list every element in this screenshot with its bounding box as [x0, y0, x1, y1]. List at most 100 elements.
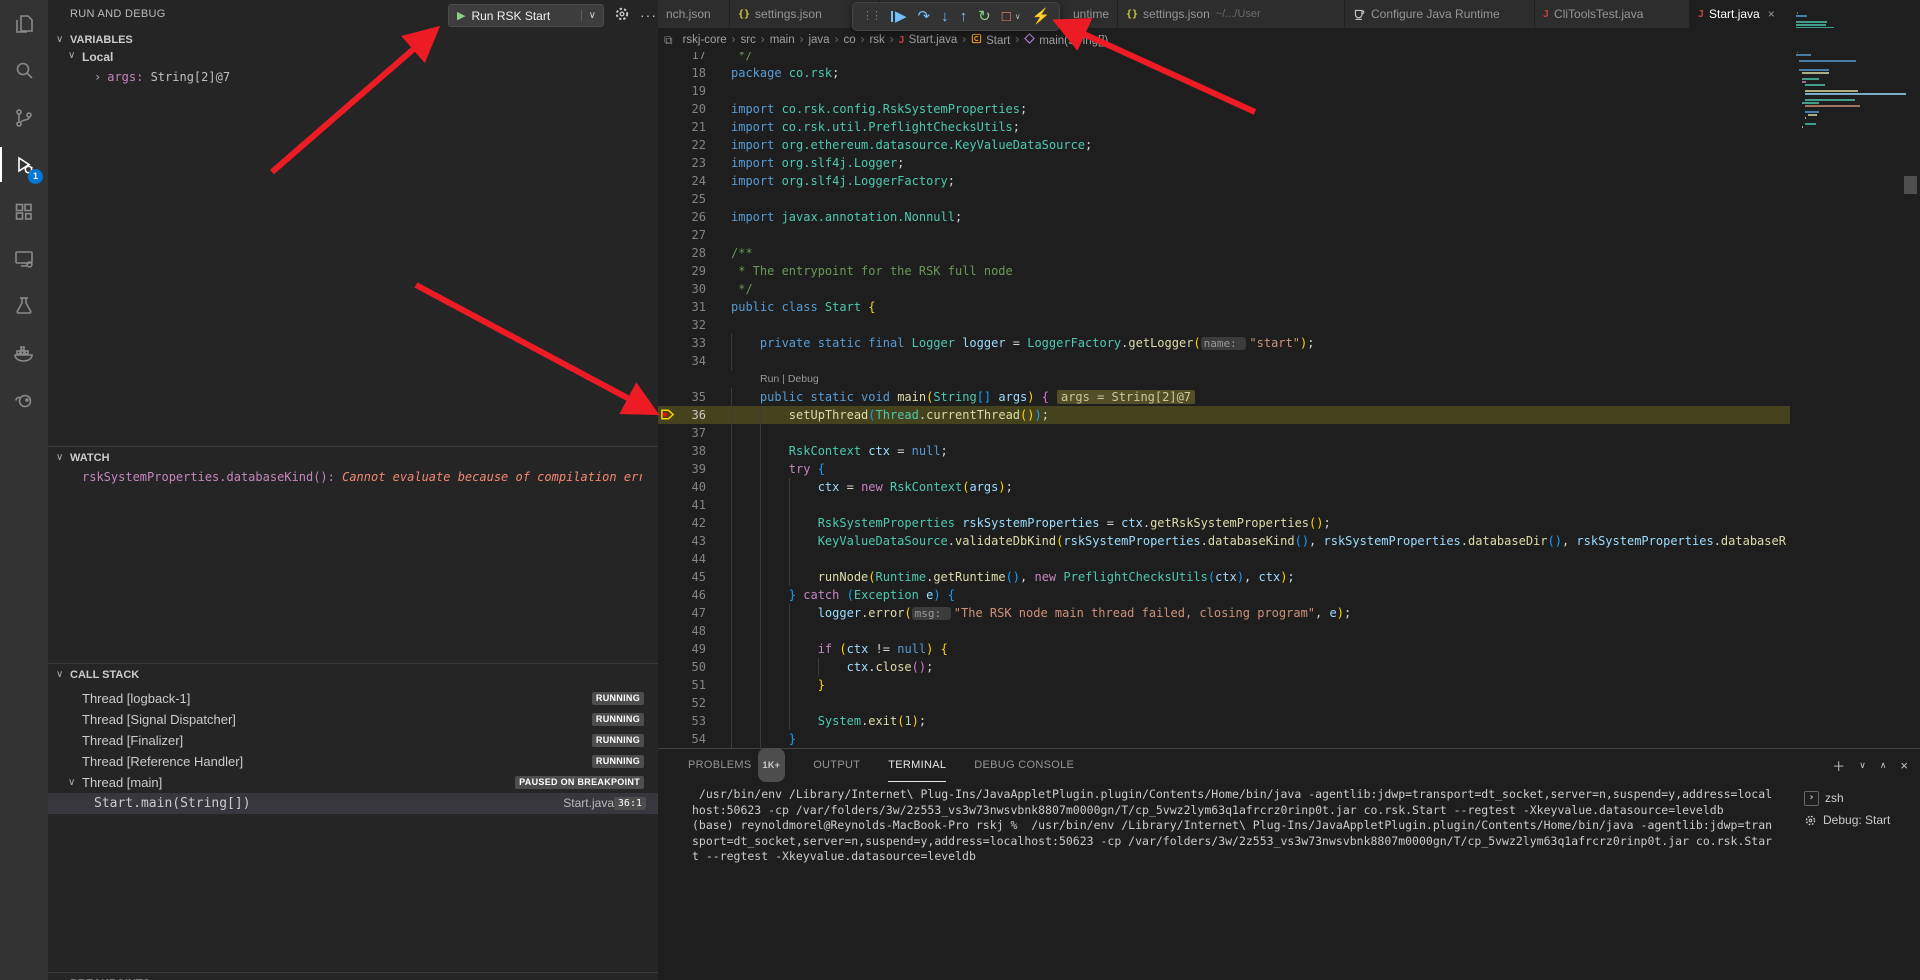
- code-line-23[interactable]: 23import org.slf4j.Logger;: [658, 154, 1920, 172]
- maximize-panel-icon[interactable]: ∧: [1880, 760, 1887, 771]
- code-line-37[interactable]: 37: [658, 424, 1920, 442]
- code-line-46[interactable]: 46 } catch (Exception e) {: [658, 586, 1920, 604]
- line-number[interactable]: 47: [658, 604, 706, 622]
- restart-icon[interactable]: ↻: [978, 9, 991, 24]
- code-line-45[interactable]: 45 runNode(Runtime.getRuntime(), new Pre…: [658, 568, 1920, 586]
- breadcrumb-item[interactable]: Start: [971, 33, 1010, 47]
- line-number[interactable]: 48: [658, 622, 706, 640]
- line-number[interactable]: 40: [658, 478, 706, 496]
- line-number[interactable]: 50: [658, 658, 706, 676]
- call-stack-thread[interactable]: Thread [Finalizer]RUNNING: [48, 730, 658, 751]
- code-line-39[interactable]: 39 try {: [658, 460, 1920, 478]
- close-panel-icon[interactable]: ×: [1900, 758, 1908, 773]
- line-number[interactable]: 33: [658, 334, 706, 352]
- breadcrumb[interactable]: ⧉ rskj-core›src›main›java›co›rsk›JStart.…: [658, 28, 1920, 52]
- call-stack-thread[interactable]: Thread [Signal Dispatcher]RUNNING: [48, 709, 658, 730]
- tab-clitoolstest-java[interactable]: JCliToolsTest.java: [1535, 0, 1690, 28]
- code-line-17[interactable]: 17 */: [658, 52, 1920, 64]
- activity-bar-item-explorer[interactable]: [0, 0, 48, 47]
- toolbar-grip-icon[interactable]: ⋮⋮: [862, 11, 880, 22]
- line-number[interactable]: 25: [658, 190, 706, 208]
- code-line-49[interactable]: 49 if (ctx != null) {: [658, 640, 1920, 658]
- line-number[interactable]: 20: [658, 100, 706, 118]
- tab-nch-json[interactable]: nch.json: [658, 0, 730, 28]
- line-number[interactable]: 37: [658, 424, 706, 442]
- line-number[interactable]: 45: [658, 568, 706, 586]
- breadcrumb-item[interactable]: rskj-core: [683, 34, 727, 46]
- line-number[interactable]: 36: [658, 406, 706, 424]
- activity-bar-item-testing[interactable]: [0, 282, 48, 329]
- line-number[interactable]: 54: [658, 730, 706, 748]
- code-line-31[interactable]: 31public class Start {: [658, 298, 1920, 316]
- code-line-26[interactable]: 26import javax.annotation.Nonnull;: [658, 208, 1920, 226]
- code-line-51[interactable]: 51 }: [658, 676, 1920, 694]
- code-line-38[interactable]: 38 RskContext ctx = null;: [658, 442, 1920, 460]
- breadcrumb-item[interactable]: main(String[]): [1024, 33, 1108, 47]
- minimap[interactable]: [1790, 0, 1920, 696]
- continue-icon[interactable]: ▶: [891, 9, 907, 24]
- run-configuration-button[interactable]: ▶ Run RSK Start ∨: [448, 4, 604, 27]
- line-number[interactable]: 31: [658, 298, 706, 316]
- variables-scope-local[interactable]: ∨ Local: [82, 50, 113, 64]
- breadcrumb-item[interactable]: src: [741, 34, 756, 46]
- breadcrumb-item[interactable]: java: [808, 34, 829, 46]
- run-configuration-dropdown-icon[interactable]: ∨: [581, 10, 603, 21]
- panel-tab-output[interactable]: OUTPUT: [813, 749, 860, 781]
- code-line-50[interactable]: 50 ctx.close();: [658, 658, 1920, 676]
- activity-bar-item-gradle[interactable]: [0, 376, 48, 423]
- activity-bar-item-extensions[interactable]: [0, 188, 48, 235]
- call-stack-thread[interactable]: ∨Thread [main]PAUSED ON BREAKPOINT: [48, 772, 658, 793]
- line-number[interactable]: 39: [658, 460, 706, 478]
- code-line-25[interactable]: 25: [658, 190, 1920, 208]
- code-editor[interactable]: 17 */18package co.rsk;1920import co.rsk.…: [658, 52, 1920, 748]
- step-over-icon[interactable]: ↷: [918, 9, 931, 24]
- line-number[interactable]: 24: [658, 172, 706, 190]
- code-line-33[interactable]: 33 private static final Logger logger = …: [658, 334, 1920, 352]
- line-number[interactable]: 38: [658, 442, 706, 460]
- activity-bar-item-remote-explorer[interactable]: [0, 235, 48, 282]
- code-line-24[interactable]: 24import org.slf4j.LoggerFactory;: [658, 172, 1920, 190]
- stop-icon[interactable]: □: [1002, 9, 1011, 24]
- terminal-session-debug-start[interactable]: Debug: Start: [1804, 809, 1916, 831]
- activity-bar-item-docker[interactable]: [0, 329, 48, 376]
- line-number[interactable]: 51: [658, 676, 706, 694]
- code-line-20[interactable]: 20import co.rsk.config.RskSystemProperti…: [658, 100, 1920, 118]
- panel-tab-debug-console[interactable]: DEBUG CONSOLE: [974, 749, 1074, 781]
- panel-tab-terminal[interactable]: TERMINAL: [888, 749, 946, 782]
- line-number[interactable]: 49: [658, 640, 706, 658]
- tab-configure-java-runtime[interactable]: Configure Java Runtime: [1345, 0, 1535, 28]
- code-line-47[interactable]: 47 logger.error(msg: "The RSK node main …: [658, 604, 1920, 622]
- line-number[interactable]: 43: [658, 532, 706, 550]
- watch-expression-row[interactable]: rskSystemProperties.databaseKind(): Cann…: [82, 470, 642, 484]
- watch-section-header[interactable]: ∨ WATCH: [48, 448, 658, 468]
- activity-bar-item-search[interactable]: [0, 47, 48, 94]
- code-line-32[interactable]: 32: [658, 316, 1920, 334]
- variable-row-args[interactable]: ›args: String[2]@7: [94, 70, 230, 84]
- line-number[interactable]: 41: [658, 496, 706, 514]
- editor-group-icon[interactable]: ⧉: [664, 33, 673, 48]
- activity-bar-item-run-and-debug[interactable]: 1: [0, 141, 48, 188]
- line-number[interactable]: 53: [658, 712, 706, 730]
- line-number[interactable]: 32: [658, 316, 706, 334]
- line-number[interactable]: 46: [658, 586, 706, 604]
- step-out-icon[interactable]: ↑: [960, 9, 968, 24]
- new-terminal-icon[interactable]: ＋: [1832, 756, 1845, 775]
- code-lens-run-debug[interactable]: Run | Debug: [658, 370, 1920, 388]
- line-number[interactable]: 42: [658, 514, 706, 532]
- panel-tab-problems[interactable]: PROBLEMS1K+: [688, 749, 785, 781]
- line-number[interactable]: 22: [658, 136, 706, 154]
- tab-settings-json[interactable]: {}settings.json~/.../User: [1118, 0, 1345, 28]
- activity-bar-item-source-control[interactable]: [0, 94, 48, 141]
- line-number[interactable]: 29: [658, 262, 706, 280]
- terminal-dropdown-icon[interactable]: ∨: [1859, 760, 1866, 771]
- hot-code-replace-icon[interactable]: ⚡: [1032, 9, 1051, 24]
- breadcrumb-item[interactable]: JStart.java: [899, 34, 958, 46]
- code-line-52[interactable]: 52: [658, 694, 1920, 712]
- line-number[interactable]: 21: [658, 118, 706, 136]
- close-icon[interactable]: ×: [1768, 7, 1775, 21]
- variables-section-header[interactable]: ∨ VARIABLES: [48, 30, 658, 50]
- code-line-22[interactable]: 22import org.ethereum.datasource.KeyValu…: [658, 136, 1920, 154]
- line-number[interactable]: 19: [658, 82, 706, 100]
- line-number[interactable]: 34: [658, 352, 706, 370]
- breadcrumb-item[interactable]: rsk: [869, 34, 884, 46]
